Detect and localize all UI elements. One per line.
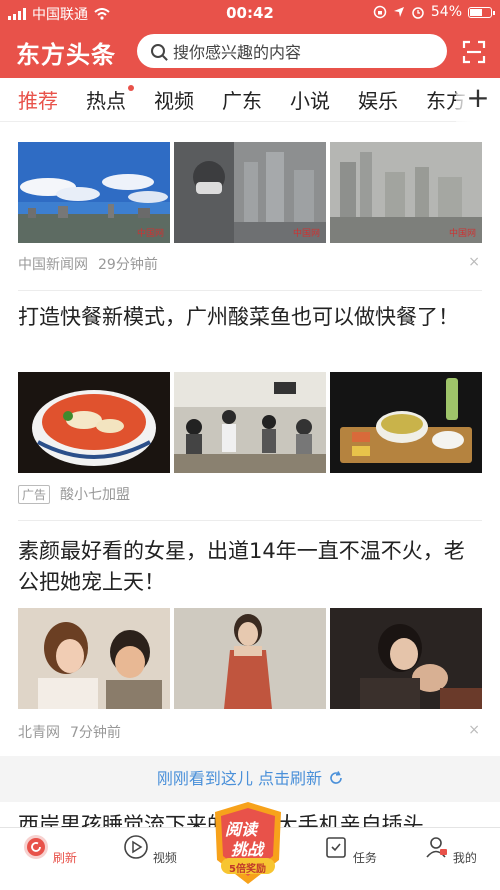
- task-list-icon: [326, 837, 346, 858]
- location-icon: [393, 7, 404, 17]
- play-circle-icon: [124, 835, 148, 859]
- dismiss-icon[interactable]: ×: [468, 722, 480, 738]
- tab-video[interactable]: 视频: [152, 85, 196, 114]
- news-time: 29分钟前: [98, 257, 158, 273]
- news-item[interactable]: 中国网 中国网 中国网 中国新闻网 29分钟前 ×: [0, 122, 500, 292]
- ad-image-meal-set: [330, 372, 482, 473]
- app-logo: 东方头条: [16, 41, 116, 69]
- add-channel-button[interactable]: +: [456, 78, 500, 122]
- ad-image-fish-soup: [18, 372, 170, 473]
- battery-percent: 54%: [430, 4, 462, 20]
- search-placeholder: 搜你感兴趣的内容: [173, 43, 302, 62]
- news-image-hazy-city: 中国网: [330, 142, 482, 243]
- battery-icon: [468, 6, 495, 18]
- news-image-blue-sky: 中国网: [18, 142, 170, 243]
- search-input[interactable]: 搜你感兴趣的内容: [137, 34, 447, 68]
- alarm-icon: [412, 7, 424, 19]
- tab-hot[interactable]: 热点: [84, 85, 134, 114]
- channel-tabs: 推荐 热点 视频 广东 小说 娱乐 东方 +: [0, 78, 500, 122]
- news-item[interactable]: 素颜最好看的女星，出道14年一直不温不火，老公把她宠上天！ 北青网 7分钟前 ×: [0, 522, 500, 756]
- nav-refresh[interactable]: 刷新: [20, 834, 80, 866]
- news-source: 中国新闻网: [18, 257, 88, 273]
- refresh-prompt[interactable]: 刚刚看到这儿 点击刷新: [0, 756, 500, 802]
- reading-challenge-badge[interactable]: 阅读 挑战 5倍奖励: [207, 800, 289, 886]
- rotation-lock-icon: [373, 5, 387, 19]
- dismiss-icon[interactable]: ×: [468, 254, 480, 270]
- tab-recommend[interactable]: 推荐: [16, 85, 60, 114]
- nav-video[interactable]: 视频: [120, 834, 180, 866]
- news-source: 酸小七加盟: [60, 487, 131, 503]
- news-feed[interactable]: 中国网 中国网 中国网 中国新闻网 29分钟前 × 打造快餐新模式，广州酸菜鱼也…: [0, 122, 500, 827]
- tab-guangdong[interactable]: 广东: [220, 85, 264, 114]
- item-divider: [18, 520, 482, 521]
- item-divider: [18, 290, 482, 291]
- nav-tasks[interactable]: 任务: [320, 834, 380, 866]
- ad-badge: 广告: [18, 484, 51, 504]
- tab-novel[interactable]: 小说: [288, 85, 332, 114]
- news-image-couple: [18, 608, 170, 709]
- refresh-circle-icon: [24, 835, 49, 859]
- new-dot-badge: [128, 85, 134, 91]
- news-title: 打造快餐新模式，广州酸菜鱼也可以做快餐了！: [18, 305, 459, 329]
- news-source: 北青网: [18, 725, 60, 741]
- news-image-actress: [174, 608, 326, 709]
- news-image-photoshoot: [330, 608, 482, 709]
- news-image-smog-street: 中国网: [174, 142, 326, 243]
- user-icon: [426, 837, 448, 858]
- scan-icon[interactable]: [462, 40, 486, 64]
- ad-image-restaurant: [174, 372, 326, 473]
- refresh-icon: [330, 771, 342, 784]
- status-bar: 中国联通 00:42 54%: [0, 0, 500, 26]
- news-time: 7分钟前: [70, 725, 121, 741]
- news-title: 素颜最好看的女星，出道14年一直不温不火，老公把她宠上天！: [18, 539, 465, 594]
- nav-profile[interactable]: 我的: [420, 834, 480, 866]
- tab-entertainment[interactable]: 娱乐: [356, 85, 400, 114]
- app-header: 东方头条 搜你感兴趣的内容: [0, 26, 500, 78]
- news-item-ad[interactable]: 打造快餐新模式，广州酸菜鱼也可以做快餐了！ 广告 酸小七加盟: [0, 292, 500, 522]
- search-icon: [151, 44, 165, 58]
